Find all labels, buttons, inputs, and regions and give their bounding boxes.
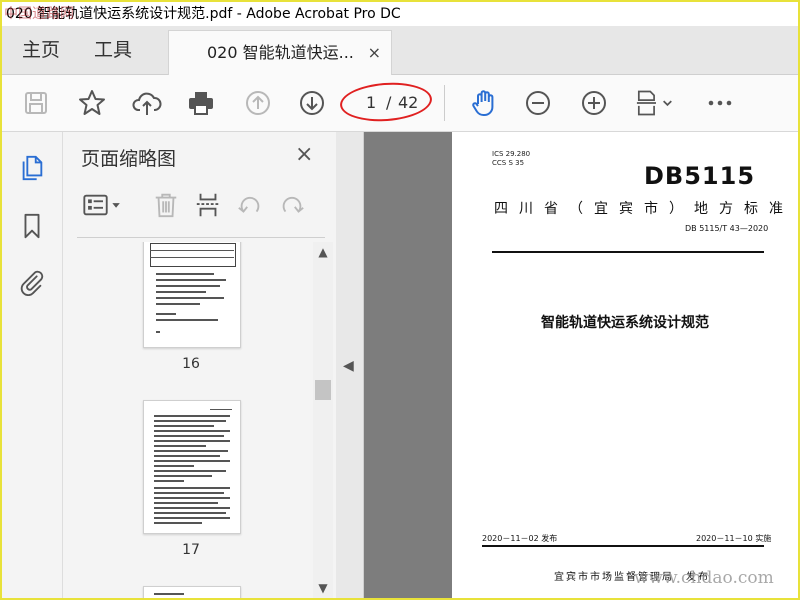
bookmark-icon[interactable] [16, 210, 48, 242]
scrollbar-thumb[interactable] [315, 380, 331, 400]
save-icon[interactable] [20, 87, 52, 119]
left-rail [2, 132, 63, 598]
standard-number: DB 5115/T 43—2020 [685, 224, 769, 233]
ics-code: ICS 29.280 [492, 150, 531, 158]
panel-collapse-strip[interactable]: ◀ [336, 132, 364, 598]
toolbar-divider [444, 85, 445, 121]
next-page-icon[interactable] [296, 87, 328, 119]
document-page: ICS 29.280 CCS S 35 DB5115 四川省（宜宾市）地方标准 … [452, 132, 798, 598]
thumbnail-list: 16 17 [63, 242, 313, 598]
zoom-out-icon[interactable] [522, 87, 554, 119]
standard-type: 四川省（宜宾市）地方标准 [494, 201, 794, 217]
ccs-code: CCS S 35 [492, 159, 525, 167]
header-rule [492, 251, 764, 253]
insert-page-icon[interactable] [193, 190, 223, 220]
tab-close-button[interactable]: × [368, 31, 381, 75]
thumbnail-panel: 页面缩略图 × 16 17 ▲ ▼ [63, 132, 337, 598]
footer-rule [482, 545, 764, 547]
print-icon[interactable] [185, 87, 217, 119]
tab-document-label: 020 智能轨道快运... [207, 43, 354, 62]
watermark-top: 中国道路网 [4, 6, 74, 22]
star-icon[interactable] [76, 87, 108, 119]
attachment-icon[interactable] [16, 266, 48, 298]
upload-icon[interactable] [131, 87, 163, 119]
rotate-right-icon[interactable] [277, 190, 307, 220]
thumbnail-page-17[interactable] [143, 400, 241, 534]
zoom-in-icon[interactable] [578, 87, 610, 119]
panel-divider [77, 237, 325, 238]
rotate-left-icon[interactable] [235, 190, 265, 220]
thumbnail-toolbar [63, 176, 336, 238]
thumbnail-options-icon[interactable] [81, 190, 125, 220]
scroll-up-icon[interactable]: ▲ [313, 242, 333, 262]
red-annotation-circle [338, 79, 434, 125]
toolbar: 1 / 42 [2, 75, 798, 132]
thumbnail-scrollbar[interactable]: ▲ ▼ [313, 242, 333, 598]
delete-page-icon[interactable] [151, 190, 181, 220]
tab-tools[interactable]: 工具 [94, 26, 132, 74]
document-title: 智能轨道快运系统设计规范 [541, 315, 709, 331]
previous-page-icon[interactable] [242, 87, 274, 119]
collapse-arrow-icon[interactable]: ◀ [343, 358, 354, 374]
thumbnail-page-18[interactable] [143, 586, 241, 598]
issue-date: 2020－11－02 发布 [482, 534, 558, 543]
thumbnail-page-16[interactable] [143, 242, 241, 348]
title-bar: 020 智能轨道快运系统设计规范.pdf - Adobe Acrobat Pro… [2, 2, 798, 26]
watermark-bottom: www.chdao.com [634, 568, 774, 588]
tab-document[interactable]: 020 智能轨道快运... × [168, 30, 392, 76]
thumbnail-label-16: 16 [182, 356, 200, 372]
hand-icon[interactable] [468, 87, 500, 119]
page-thumbnails-icon[interactable] [16, 152, 48, 184]
more-icon[interactable] [704, 87, 736, 119]
thumbnail-panel-title: 页面缩略图 [81, 148, 177, 170]
tab-bar: 主页 工具 020 智能轨道快运... × [2, 26, 798, 76]
app-window: 020 智能轨道快运系统设计规范.pdf - Adobe Acrobat Pro… [0, 0, 800, 600]
scroll-down-icon[interactable]: ▼ [313, 578, 333, 598]
thumbnail-label-17: 17 [182, 542, 200, 558]
document-background [364, 132, 452, 598]
standard-code: DB5115 [644, 162, 756, 190]
panel-close-button[interactable]: × [295, 142, 313, 167]
tab-home[interactable]: 主页 [22, 26, 60, 74]
effective-date: 2020－11－10 实施 [696, 534, 772, 543]
fit-page-icon[interactable] [634, 87, 678, 119]
